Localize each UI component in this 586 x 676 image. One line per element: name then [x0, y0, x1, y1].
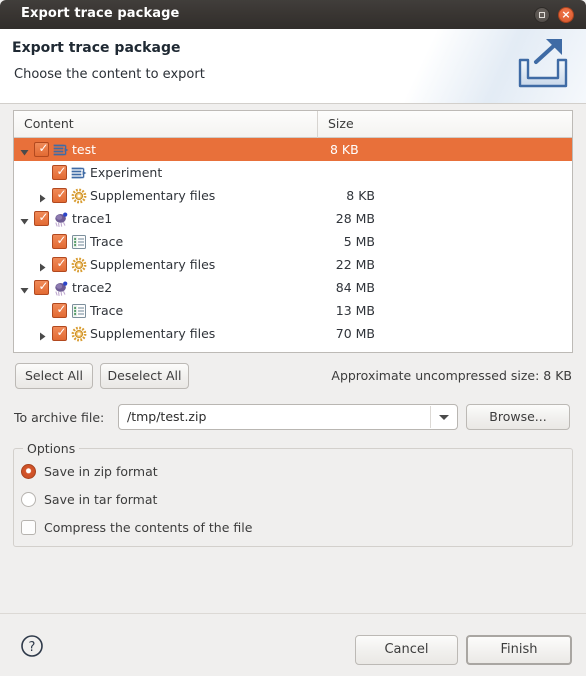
- check-icon: ✓: [56, 233, 67, 247]
- check-icon: ✓: [56, 187, 67, 201]
- chevron-down-icon[interactable]: [20, 214, 29, 225]
- select-all-button[interactable]: Select All: [15, 363, 93, 389]
- row-checkbox[interactable]: ✓: [34, 141, 49, 157]
- row-label: Experiment: [90, 165, 163, 180]
- options-group-title: Options: [23, 441, 80, 456]
- approximate-size-label: Approximate uncompressed size: 8 KB: [331, 368, 572, 383]
- dialog-footer: ? Cancel Finish: [0, 613, 586, 676]
- row-label: trace1: [72, 211, 113, 226]
- chevron-right-icon[interactable]: [38, 191, 47, 203]
- check-icon: ✓: [56, 256, 67, 270]
- table-row[interactable]: ✓ Trace 13 MB: [14, 299, 572, 322]
- row-size: 22 MB: [335, 257, 375, 272]
- content-tree[interactable]: Content Size ✓ test 8 KB ✓ Experiment ✓ Supple…: [13, 110, 573, 353]
- dialog-banner: Export trace package Choose the content …: [0, 29, 586, 103]
- row-label: Supplementary files: [90, 326, 216, 341]
- window-titlebar: Export trace package ×: [0, 0, 586, 29]
- radio-save-tar[interactable]: [21, 492, 36, 507]
- gear-icon: [71, 188, 87, 204]
- chevron-right-icon[interactable]: [38, 260, 47, 272]
- option-label-save-zip: Save in zip format: [44, 464, 158, 479]
- row-checkbox[interactable]: ✓: [34, 210, 49, 226]
- row-checkbox[interactable]: ✓: [52, 164, 67, 180]
- check-icon: ✓: [56, 325, 67, 339]
- row-checkbox[interactable]: ✓: [52, 233, 67, 249]
- chevron-right-icon[interactable]: [38, 329, 47, 341]
- row-checkbox[interactable]: ✓: [52, 325, 67, 341]
- browse-button[interactable]: Browse...: [466, 404, 570, 430]
- cancel-button[interactable]: Cancel: [355, 635, 458, 665]
- archive-file-value[interactable]: /tmp/test.zip: [127, 405, 206, 429]
- table-row[interactable]: ✓ test 8 KB: [14, 138, 572, 161]
- export-trace-icon: [512, 36, 574, 94]
- table-row[interactable]: ✓ trace2 84 MB: [14, 276, 572, 299]
- row-label: Trace: [90, 234, 124, 249]
- close-glyph: ×: [561, 8, 571, 21]
- table-row[interactable]: ✓ Supplementary files 8 KB: [14, 184, 572, 207]
- row-checkbox[interactable]: ✓: [52, 256, 67, 272]
- row-size: 70 MB: [335, 326, 375, 341]
- archive-file-label: To archive file:: [14, 410, 105, 425]
- table-row[interactable]: ✓ trace1 28 MB: [14, 207, 572, 230]
- tree-header: Content Size: [14, 111, 572, 138]
- row-size: 13 MB: [335, 303, 375, 318]
- check-icon: ✓: [56, 164, 67, 178]
- experiment-icon: [71, 165, 87, 181]
- row-size: 8 KB: [346, 188, 375, 203]
- table-row[interactable]: ✓ Experiment: [14, 161, 572, 184]
- checkbox-compress-contents[interactable]: [21, 520, 36, 535]
- row-size: 5 MB: [343, 234, 375, 249]
- archive-file-combobox[interactable]: /tmp/test.zip: [118, 404, 458, 430]
- row-checkbox[interactable]: ✓: [34, 279, 49, 295]
- maximize-icon[interactable]: [534, 7, 550, 23]
- trace-list-icon: [71, 234, 87, 250]
- finish-button[interactable]: Finish: [466, 635, 572, 665]
- option-label-compress-contents: Compress the contents of the file: [44, 520, 253, 535]
- row-label: Supplementary files: [90, 188, 216, 203]
- row-checkbox[interactable]: ✓: [52, 187, 67, 203]
- trace-icon: [53, 211, 69, 227]
- check-icon: ✓: [38, 141, 49, 155]
- check-icon: ✓: [38, 210, 49, 224]
- export-trace-package-dialog: Export trace package × Export trace pack…: [0, 0, 586, 676]
- row-size: 84 MB: [335, 280, 375, 295]
- deselect-all-button[interactable]: Deselect All: [100, 363, 189, 389]
- column-header-content[interactable]: Content: [24, 111, 74, 137]
- options-group: Options Save in zip format Save in tar f…: [13, 441, 573, 547]
- row-size: 28 MB: [335, 211, 375, 226]
- row-checkbox[interactable]: ✓: [52, 302, 67, 318]
- row-label: Supplementary files: [90, 257, 216, 272]
- check-icon: ✓: [38, 279, 49, 293]
- close-icon[interactable]: ×: [558, 7, 574, 23]
- table-row[interactable]: ✓ Supplementary files 70 MB: [14, 322, 572, 345]
- row-size: 8 KB: [330, 142, 359, 157]
- row-label: test: [72, 142, 97, 157]
- check-icon: ✓: [56, 302, 67, 316]
- experiment-icon: [53, 142, 69, 158]
- chevron-down-icon[interactable]: [430, 406, 456, 428]
- row-label: trace2: [72, 280, 113, 295]
- table-row[interactable]: ✓ Supplementary files 22 MB: [14, 253, 572, 276]
- chevron-down-icon[interactable]: [20, 145, 29, 156]
- page-subtitle: Choose the content to export: [14, 67, 205, 82]
- dialog-body: Content Size ✓ test 8 KB ✓ Experiment ✓ Supple…: [0, 103, 586, 613]
- tree-row-list: ✓ test 8 KB ✓ Experiment ✓ Supplementary files…: [14, 138, 572, 345]
- option-label-save-tar: Save in tar format: [44, 492, 158, 507]
- column-header-size[interactable]: Size: [317, 111, 563, 138]
- maximize-glyph: [539, 12, 545, 18]
- window-title: Export trace package: [21, 6, 180, 21]
- radio-save-zip[interactable]: [21, 464, 36, 479]
- row-label: Trace: [90, 303, 124, 318]
- gear-icon: [71, 257, 87, 273]
- help-icon[interactable]: ?: [20, 634, 44, 658]
- trace-icon: [53, 280, 69, 296]
- table-row[interactable]: ✓ Trace 5 MB: [14, 230, 572, 253]
- trace-list-icon: [71, 303, 87, 319]
- gear-icon: [71, 326, 87, 342]
- page-title: Export trace package: [12, 40, 181, 56]
- svg-text:?: ?: [29, 640, 36, 655]
- chevron-down-icon[interactable]: [20, 283, 29, 294]
